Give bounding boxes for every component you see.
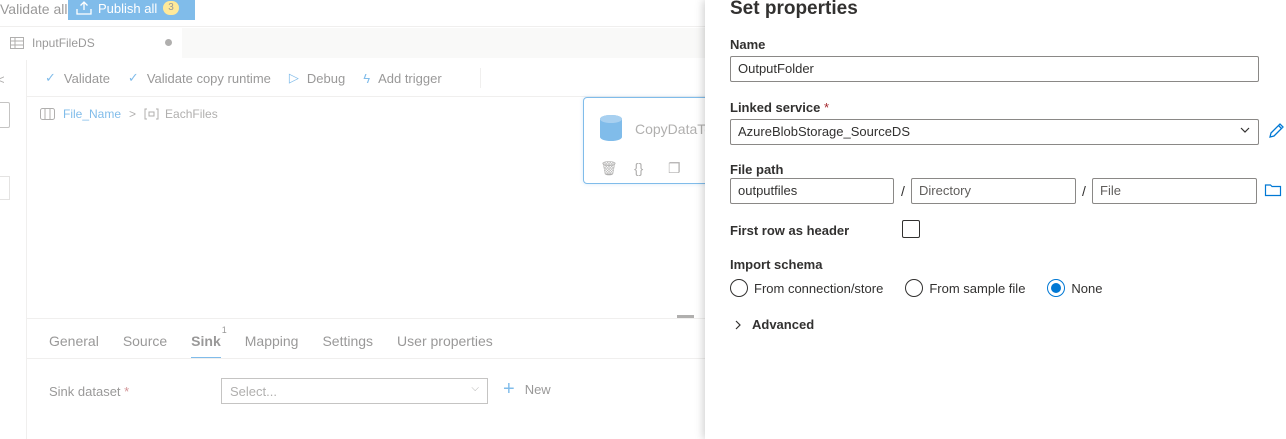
iteration-icon (144, 108, 159, 120)
play-icon: ▷ (288, 70, 299, 85)
tab-sink-badge: 1 (221, 325, 227, 335)
validate-all-button[interactable]: Validate all (0, 1, 67, 17)
radio-from-sample-file[interactable]: From sample file (905, 279, 1025, 297)
sink-dataset-text: Sink dataset (49, 384, 121, 399)
tab-sink-label: Sink (191, 333, 221, 349)
delete-icon[interactable]: 🗑 (600, 160, 618, 177)
sink-dataset-select[interactable]: Select... ⌵ (221, 378, 488, 404)
new-dataset-button[interactable]: + New (503, 378, 551, 400)
checkmark-icon: ✓ (127, 70, 139, 85)
radio-button[interactable] (730, 279, 748, 297)
left-rail: < (0, 60, 27, 439)
foreach-icon (40, 108, 55, 120)
breadcrumb-separator: > (129, 107, 137, 121)
rail-handle[interactable] (0, 176, 10, 200)
publish-all-button[interactable]: Publish all 3 (68, 0, 195, 20)
table-icon (10, 37, 24, 49)
rail-input[interactable] (0, 102, 10, 128)
tab-inputfileds[interactable]: InputFileDS (0, 28, 182, 58)
path-separator: / (1082, 183, 1086, 199)
file-path-container-input[interactable]: outputfiles (730, 178, 894, 204)
publish-count-badge: 3 (163, 1, 179, 15)
first-row-header-label: First row as header (730, 223, 850, 238)
activity-name: CopyDataTo (635, 121, 713, 137)
publish-all-label: Publish all (98, 0, 158, 16)
linked-service-select[interactable]: AzureBlobStorage_SourceDS (730, 119, 1259, 145)
advanced-label: Advanced (752, 317, 815, 332)
copy-activity-node[interactable]: CopyDataTo 🗑 {} ❐ (583, 97, 723, 184)
chevron-down-icon (1240, 127, 1250, 133)
browse-folder-icon[interactable] (1264, 181, 1282, 199)
validate-label: Validate (63, 70, 110, 86)
database-icon (600, 115, 622, 141)
validate-copy-runtime-label: Validate copy runtime (146, 70, 271, 86)
sink-dataset-label: Sink dataset * (49, 384, 129, 399)
radio-from-connection-store[interactable]: From connection/store (730, 279, 883, 297)
add-trigger-button[interactable]: ϟ Add trigger (363, 71, 441, 86)
radio-label: From sample file (929, 280, 1026, 296)
debug-button[interactable]: ▷ Debug (289, 70, 345, 86)
tab-general[interactable]: General (49, 333, 99, 359)
path-separator: / (901, 183, 905, 199)
activity-tabs: General Source Sink 1 Mapping Settings Us… (49, 325, 517, 359)
radio-label: From connection/store (754, 280, 884, 296)
required-mark: * (823, 100, 830, 115)
breadcrumb: File_Name > EachFiles (40, 107, 218, 121)
document-tab-bar: InputFileDS (0, 28, 705, 58)
sink-select-placeholder: Select... (230, 384, 277, 399)
activity-properties-panel: General Source Sink 1 Mapping Settings Us… (27, 318, 705, 439)
debug-label: Debug (306, 70, 346, 86)
tab-sink[interactable]: Sink 1 (191, 325, 227, 359)
tab-source[interactable]: Source (123, 333, 167, 359)
validate-button[interactable]: ✓ Validate (45, 70, 110, 86)
new-dataset-label: New (524, 381, 551, 397)
plus-icon: + (503, 378, 515, 400)
chevron-right-icon (735, 320, 741, 329)
required-mark: * (124, 384, 130, 399)
tab-mapping[interactable]: Mapping (245, 333, 299, 359)
name-input[interactable]: OutputFolder (730, 56, 1259, 82)
set-properties-panel: Set properties Name OutputFolder Linked … (705, 0, 1286, 439)
radio-none[interactable]: None (1047, 279, 1103, 297)
checkmark-icon: ✓ (45, 70, 56, 85)
tabs-divider (27, 358, 705, 359)
advanced-section-toggle[interactable]: Advanced (733, 317, 814, 332)
name-label: Name (730, 37, 766, 52)
tab-label: InputFileDS (32, 36, 95, 50)
validate-copy-runtime-button[interactable]: ✓ Validate copy runtime (128, 70, 271, 86)
unsaved-dot-icon (165, 39, 172, 46)
linked-service-value: AzureBlobStorage_SourceDS (738, 124, 910, 139)
add-trigger-label: Add trigger (378, 70, 442, 86)
file-path-directory-input[interactable]: Directory (911, 178, 1076, 204)
code-icon[interactable]: {} (634, 160, 643, 176)
panel-title: Set properties (730, 0, 858, 19)
toolbar-divider (480, 68, 481, 88)
chevron-down-icon: ⌵ (471, 383, 479, 394)
pipeline-toolbar: ✓ Validate ✓ Validate copy runtime ▷ Deb… (27, 60, 705, 97)
radio-button[interactable] (905, 279, 924, 297)
first-row-header-checkbox[interactable] (902, 220, 920, 238)
radio-button-selected[interactable] (1047, 279, 1066, 297)
breadcrumb-item-eachfiles[interactable]: EachFiles (165, 107, 218, 121)
edit-icon[interactable] (1267, 122, 1285, 140)
collapse-icon[interactable]: < (0, 72, 5, 87)
linked-service-label: Linked service * (730, 100, 829, 115)
linked-service-text: Linked service (730, 100, 821, 115)
radio-label: None (1071, 280, 1103, 296)
lightning-icon: ϟ (363, 70, 371, 86)
copy-icon[interactable]: ❐ (668, 160, 681, 177)
file-path-label: File path (730, 162, 784, 177)
import-schema-label: Import schema (730, 257, 823, 272)
tab-settings[interactable]: Settings (322, 333, 373, 359)
breadcrumb-item-file-name[interactable]: File_Name (63, 107, 121, 121)
import-schema-radio-group: From connection/store From sample file N… (730, 279, 1125, 297)
editor-background: Validate all Publish all 3 InputFileDS <… (0, 0, 723, 439)
tab-user-properties[interactable]: User properties (397, 333, 493, 359)
top-bar: Validate all Publish all 3 (0, 0, 705, 27)
upload-icon (76, 1, 92, 15)
file-path-file-input[interactable]: File (1092, 178, 1257, 204)
